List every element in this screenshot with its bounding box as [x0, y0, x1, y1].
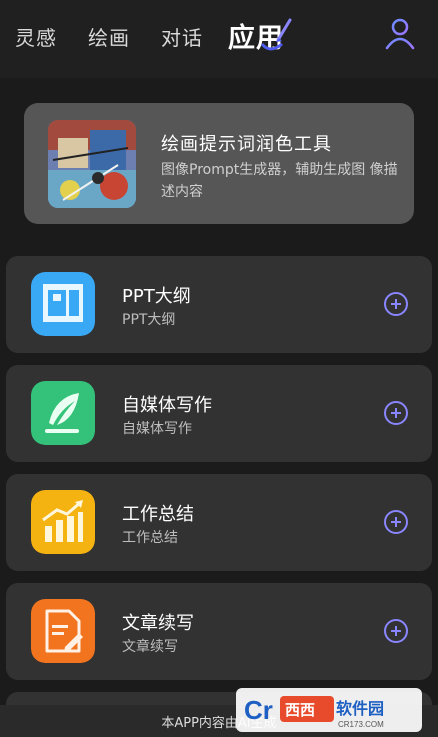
app-subtitle: 自媒体写作 [122, 421, 192, 437]
tab-drawing[interactable]: 绘画 [88, 22, 130, 51]
add-icon[interactable] [384, 292, 408, 316]
tab-chat[interactable]: 对话 [161, 22, 203, 51]
chart-icon [31, 490, 95, 554]
app-screen: 灵感 绘画 对话 应用 绘画提示词润色工具 图像Prompt生成器，辅助生成图 … [0, 0, 438, 737]
app-row-article-continuation[interactable]: 文章续写 文章续写 [6, 583, 432, 680]
add-icon[interactable] [384, 401, 408, 425]
app-title: 工作总结 [122, 504, 194, 525]
app-row-ppt-outline[interactable]: PPT大纲 PPT大纲 [6, 256, 432, 353]
app-row-work-summary[interactable]: 工作总结 工作总结 [6, 474, 432, 571]
add-icon[interactable] [384, 510, 408, 534]
brush-icon [260, 18, 292, 51]
featured-tool-card[interactable]: 绘画提示词润色工具 图像Prompt生成器，辅助生成图 像描述内容 [24, 103, 414, 224]
svg-text:CR173.COM: CR173.COM [338, 720, 384, 729]
user-icon[interactable] [383, 17, 417, 51]
tab-inspiration[interactable]: 灵感 [15, 22, 57, 51]
app-subtitle: 工作总结 [122, 530, 178, 546]
app-title: PPT大纲 [122, 286, 191, 307]
app-subtitle: 文章续写 [122, 639, 178, 655]
app-title: 文章续写 [122, 613, 194, 634]
app-title: 自媒体写作 [122, 395, 212, 416]
svg-text:软件园: 软件园 [336, 699, 384, 718]
document-edit-icon [31, 599, 95, 663]
svg-text:西西: 西西 [285, 701, 315, 719]
top-nav-bar: 灵感 绘画 对话 应用 [0, 0, 438, 78]
watermark-logo: Cr 西西 软件园 CR173.COM [236, 688, 422, 732]
featured-description: 图像Prompt生成器，辅助生成图 像描述内容 [161, 162, 398, 200]
svg-text:Cr: Cr [244, 695, 273, 725]
featured-title: 绘画提示词润色工具 [161, 134, 332, 155]
ppt-icon [31, 272, 95, 336]
app-row-media-writing[interactable]: 自媒体写作 自媒体写作 [6, 365, 432, 462]
feather-icon [31, 381, 95, 445]
add-icon[interactable] [384, 619, 408, 643]
app-subtitle: PPT大纲 [122, 312, 176, 328]
abstract-painting-thumbnail [48, 120, 136, 208]
